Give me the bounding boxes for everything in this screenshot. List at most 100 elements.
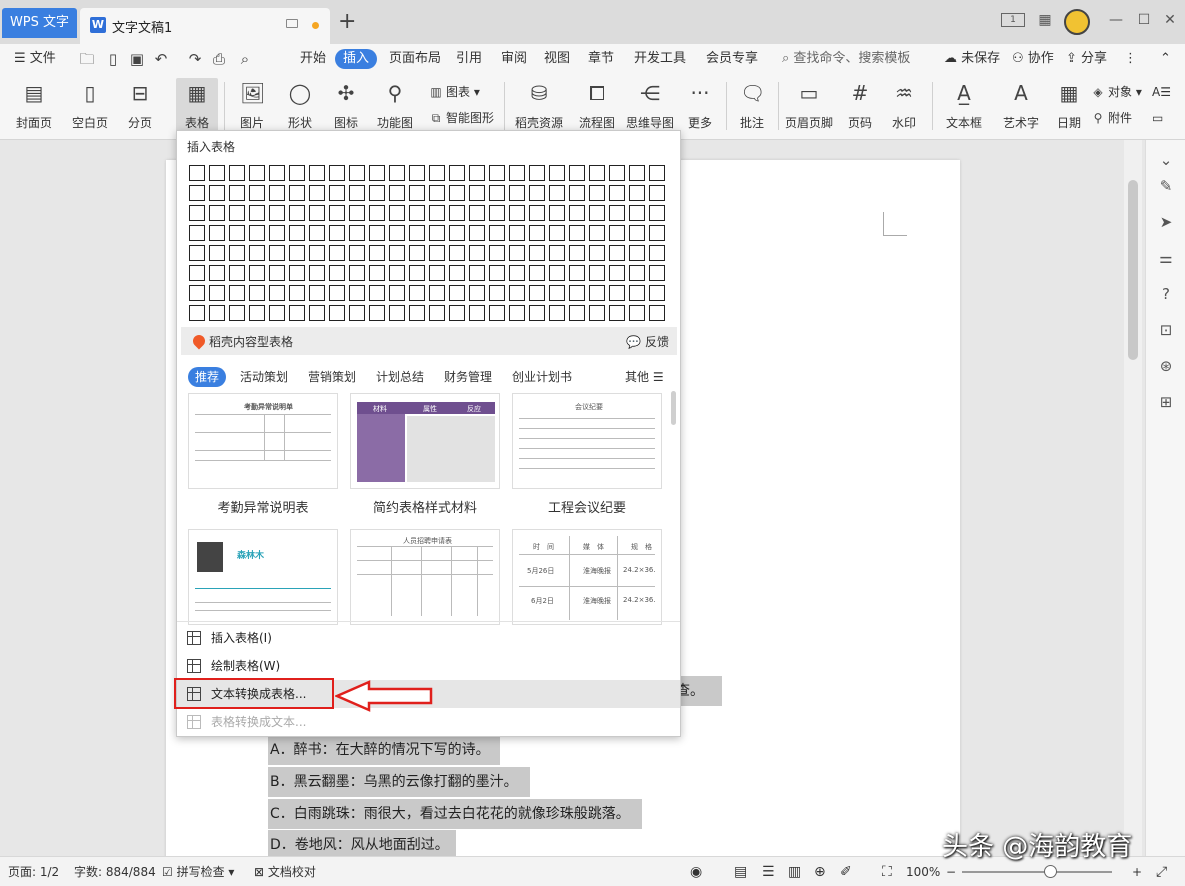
table-grid-cell[interactable] (649, 205, 665, 221)
table-grid-cell[interactable] (209, 165, 225, 181)
table-grid-cell[interactable] (629, 205, 645, 221)
table-grid-cell[interactable] (529, 165, 545, 181)
table-grid-cell[interactable] (289, 165, 305, 181)
window-view-icon[interactable] (286, 19, 298, 28)
table-grid-cell[interactable] (269, 205, 285, 221)
table-grid-cell[interactable] (509, 165, 525, 181)
table-grid-cell[interactable] (249, 265, 265, 281)
collapse-ribbon-icon[interactable]: ⌃ (1160, 44, 1171, 74)
tab-review[interactable]: 审阅 (501, 44, 527, 74)
table-grid-cell[interactable] (309, 245, 325, 261)
command-search[interactable]: ⌕ 查找命令、搜索模板 (782, 44, 910, 74)
table-grid-cell[interactable] (489, 265, 505, 281)
table-grid-cell[interactable] (349, 225, 365, 241)
table-grid-cell[interactable] (649, 225, 665, 241)
table-grid-cell[interactable] (229, 165, 245, 181)
page-number-button[interactable]: # 页码 (840, 78, 880, 136)
table-grid-cell[interactable] (549, 185, 565, 201)
table-grid-cell[interactable] (509, 185, 525, 201)
tab-developer[interactable]: 开发工具 (634, 44, 686, 74)
table-grid-cell[interactable] (189, 185, 205, 201)
tab-page-layout[interactable]: 页面布局 (389, 44, 441, 74)
table-grid-cell[interactable] (489, 165, 505, 181)
table-grid-cell[interactable] (249, 225, 265, 241)
feedback-button[interactable]: 💬 反馈 (626, 333, 669, 350)
table-grid-cell[interactable] (569, 165, 585, 181)
file-menu[interactable]: ☰ 文件 (14, 44, 56, 74)
table-grid-cell[interactable] (269, 225, 285, 241)
table-grid-cell[interactable] (529, 185, 545, 201)
table-grid-cell[interactable] (249, 245, 265, 261)
table-grid-cell[interactable] (569, 305, 585, 321)
table-grid-cell[interactable] (449, 185, 465, 201)
collab-button[interactable]: ⚇ 协作 (1012, 44, 1054, 74)
table-grid-cell[interactable] (589, 165, 605, 181)
header-footer-button[interactable]: ▭ 页眉页脚 (782, 78, 836, 136)
table-grid-cell[interactable] (369, 205, 385, 221)
table-grid-cell[interactable] (349, 265, 365, 281)
table-grid-cell[interactable] (189, 305, 205, 321)
doc-proof-button[interactable]: ⊠ 文档校对 (254, 857, 316, 886)
category-event-planning[interactable]: 活动策划 (240, 367, 288, 387)
table-grid-cell[interactable] (549, 225, 565, 241)
table-grid-cell[interactable] (229, 245, 245, 261)
template-thumbnail[interactable]: 会议纪要 (512, 393, 662, 489)
table-grid-cell[interactable] (409, 265, 425, 281)
eye-protection-icon[interactable]: ◉ (690, 857, 702, 886)
document-tab[interactable]: W 文字文稿1 (80, 8, 330, 44)
table-grid-cell[interactable] (629, 265, 645, 281)
tab-references[interactable]: 引用 (456, 44, 482, 74)
apps-grid-icon[interactable]: ▦ (1036, 10, 1054, 30)
pen-icon[interactable]: ✎ (1156, 176, 1176, 196)
tab-view[interactable]: 视图 (544, 44, 570, 74)
tab-chapter[interactable]: 章节 (588, 44, 614, 74)
table-grid-cell[interactable] (389, 225, 405, 241)
table-grid-cell[interactable] (649, 285, 665, 301)
table-grid-cell[interactable] (549, 305, 565, 321)
settings-sliders-icon[interactable]: ⚌ (1156, 248, 1176, 268)
table-grid-cell[interactable] (329, 165, 345, 181)
table-grid-cell[interactable] (329, 285, 345, 301)
page-count[interactable]: 页面: 1/2 (8, 857, 59, 886)
table-grid-cell[interactable] (229, 305, 245, 321)
tab-insert[interactable]: 插入 (335, 49, 378, 69)
new-tab-button[interactable]: + (338, 10, 356, 34)
table-grid-cell[interactable] (589, 265, 605, 281)
image-tool-icon[interactable]: ⊡ (1156, 320, 1176, 340)
zoom-slider-knob[interactable] (1044, 865, 1057, 878)
table-grid-cell[interactable] (429, 285, 445, 301)
table-grid-cell[interactable] (449, 205, 465, 221)
table-grid-cell[interactable] (529, 205, 545, 221)
table-grid-cell[interactable] (209, 245, 225, 261)
table-grid-cell[interactable] (369, 285, 385, 301)
table-grid-cell[interactable] (309, 185, 325, 201)
table-grid-cell[interactable] (529, 225, 545, 241)
tab-member[interactable]: 会员专享 (706, 44, 758, 74)
template-thumbnail[interactable]: 考勤异常说明单 (188, 393, 338, 489)
table-grid-cell[interactable] (249, 305, 265, 321)
template-thumbnail[interactable]: 材料 属性 反应 (350, 393, 500, 489)
category-business-plan[interactable]: 创业计划书 (512, 367, 572, 387)
textbox-button[interactable]: A̲ 文本框 (938, 78, 990, 136)
spell-check-button[interactable]: ☑ 拼写检查 ▾ (162, 857, 234, 886)
table-grid-cell[interactable] (349, 205, 365, 221)
icon-button[interactable]: ✣ 图标 (324, 78, 368, 136)
table-grid-cell[interactable] (189, 245, 205, 261)
compass-icon[interactable]: ⊛ (1156, 356, 1176, 376)
table-grid-cell[interactable] (209, 185, 225, 201)
help-icon[interactable]: ? (1156, 284, 1176, 304)
table-grid-cell[interactable] (629, 165, 645, 181)
table-grid-cell[interactable] (189, 265, 205, 281)
table-grid-cell[interactable] (469, 285, 485, 301)
table-grid-cell[interactable] (489, 225, 505, 241)
tab-start[interactable]: 开始 (300, 44, 326, 74)
table-grid-cell[interactable] (289, 245, 305, 261)
more-button[interactable]: ··· 更多 (680, 78, 720, 136)
table-grid-cell[interactable] (269, 265, 285, 281)
function-chart-button[interactable]: ⚲ 功能图 (370, 78, 420, 136)
object-button[interactable]: ◈ 对象 ▾ (1090, 82, 1141, 102)
table-grid-cell[interactable] (349, 285, 365, 301)
zoom-in-icon[interactable]: + (1132, 857, 1142, 886)
symbol-icon[interactable]: A☰ (1152, 82, 1171, 102)
table-grid-cell[interactable] (289, 285, 305, 301)
